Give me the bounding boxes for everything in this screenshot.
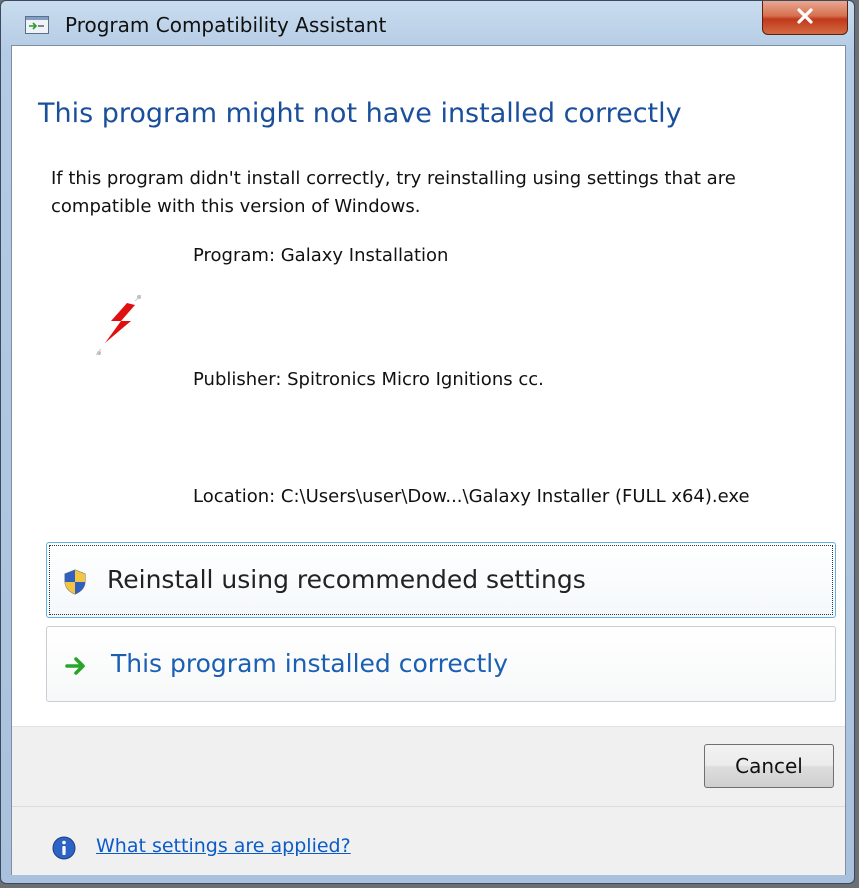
- main-heading: This program might not have installed co…: [38, 98, 682, 129]
- footer-divider: [12, 806, 845, 807]
- window-title: Program Compatibility Assistant: [65, 13, 387, 37]
- program-name: Program: Galaxy Installation: [193, 245, 449, 266]
- reinstall-option[interactable]: Reinstall using recommended settings: [46, 542, 836, 618]
- app-window-icon: [25, 16, 49, 34]
- dialog-footer: Cancel What settings are applied?: [12, 726, 845, 875]
- info-icon: [52, 836, 76, 860]
- close-icon: [796, 7, 814, 28]
- close-button[interactable]: [762, 1, 848, 35]
- intro-text: If this program didn't install correctly…: [51, 168, 736, 217]
- uac-shield-icon: [63, 569, 87, 595]
- dialog-window: Program Compatibility Assistant This pro…: [0, 0, 855, 884]
- reinstall-label: Reinstall using recommended settings: [107, 565, 586, 594]
- installed-correctly-label: This program installed correctly: [111, 649, 508, 678]
- publisher-name: Publisher: Spitronics Micro Ignitions cc…: [193, 369, 544, 390]
- lightning-bolt-icon: [91, 291, 151, 361]
- program-location: Location: C:\Users\user\Dow...\Galaxy In…: [193, 486, 750, 507]
- title-bar[interactable]: Program Compatibility Assistant: [1, 1, 854, 41]
- settings-applied-link[interactable]: What settings are applied?: [96, 835, 351, 857]
- cancel-button[interactable]: Cancel: [704, 744, 834, 788]
- green-arrow-icon: [65, 655, 89, 677]
- installed-correctly-option[interactable]: This program installed correctly: [46, 626, 836, 702]
